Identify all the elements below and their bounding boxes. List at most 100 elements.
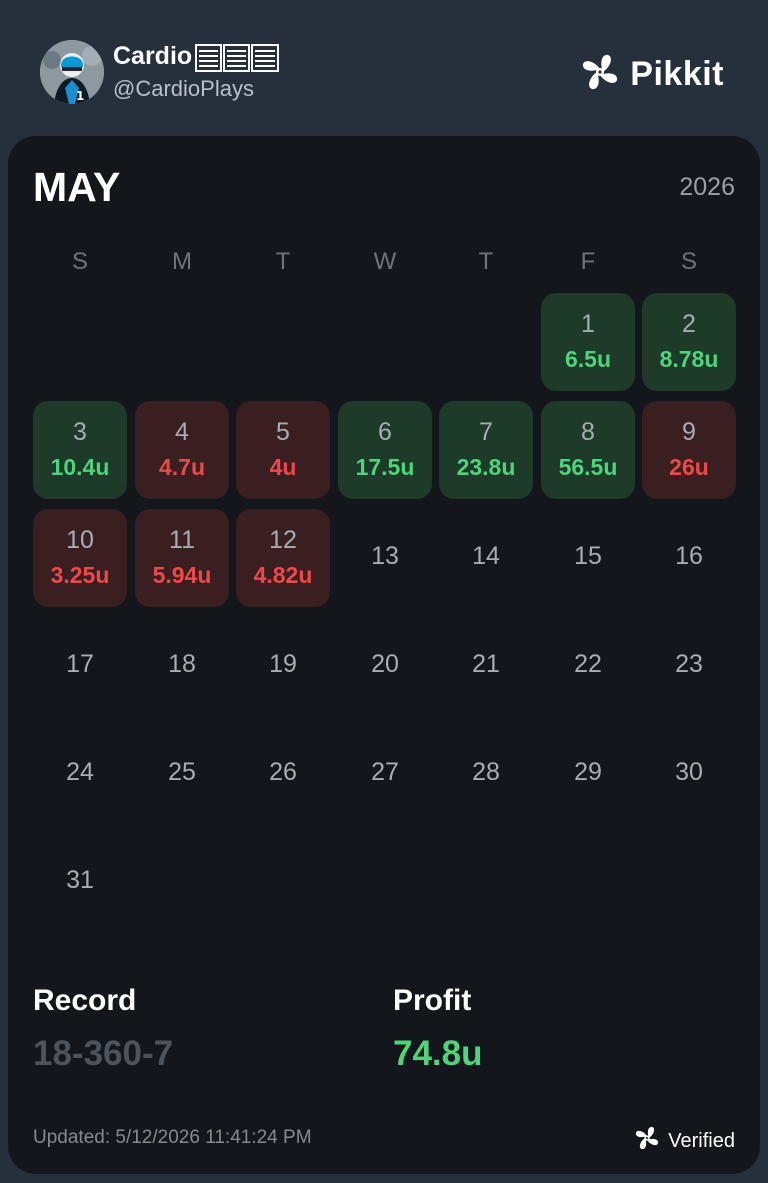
clover-verified-icon <box>634 1125 660 1157</box>
day-profit-amount: 4u <box>269 454 297 480</box>
calendar-day-26[interactable]: 26 <box>236 725 330 823</box>
calendar-day-13[interactable]: 13 <box>338 509 432 607</box>
day-number: 5 <box>276 418 290 446</box>
day-profit-amount: 10.4u <box>50 454 110 480</box>
weekday-header: W <box>373 248 397 275</box>
day-number: 29 <box>574 758 602 786</box>
day-number: 17 <box>66 650 94 678</box>
day-number: 22 <box>574 650 602 678</box>
calendar-day-21[interactable]: 21 <box>439 617 533 715</box>
record-value: 18-360-7 <box>33 1034 174 1073</box>
day-number: 2 <box>682 310 696 338</box>
weekday-header: T <box>275 248 291 275</box>
calendar-day-5[interactable]: 5 4u <box>236 401 330 499</box>
calendar-day-24[interactable]: 24 <box>33 725 127 823</box>
day-number: 31 <box>66 866 94 894</box>
updated-timestamp: Updated: 5/12/2026 11:41:24 PM <box>33 1127 312 1148</box>
day-number: 19 <box>269 650 297 678</box>
day-number: 20 <box>371 650 399 678</box>
weekday-header: S <box>71 248 88 275</box>
calendar-day-28[interactable]: 28 <box>439 725 533 823</box>
day-number: 26 <box>269 758 297 786</box>
day-profit-amount: 23.8u <box>456 454 516 480</box>
calendar-day-2[interactable]: 2 8.78u <box>642 293 736 391</box>
day-number: 8 <box>581 418 595 446</box>
day-number: 6 <box>378 418 392 446</box>
calendar-day-4[interactable]: 4 4.7u <box>135 401 229 499</box>
calendar-day-9[interactable]: 9 26u <box>642 401 736 499</box>
clover-logo-icon <box>580 52 620 97</box>
day-profit-amount: 6.5u <box>564 346 612 372</box>
calendar-day-19[interactable]: 19 <box>236 617 330 715</box>
user-name[interactable]: Cardio <box>113 42 280 72</box>
day-profit-amount: 4.82u <box>253 562 313 588</box>
calendar-day-27[interactable]: 27 <box>338 725 432 823</box>
brand-logo: Pikkit <box>580 52 724 97</box>
calendar-day-17[interactable]: 17 <box>33 617 127 715</box>
brand-name: Pikkit <box>630 55 724 93</box>
year-label: 2026 <box>679 173 735 201</box>
month-title: MAY <box>33 164 121 210</box>
day-number: 24 <box>66 758 94 786</box>
calendar-day-15[interactable]: 15 <box>541 509 635 607</box>
calendar-day-10[interactable]: 10 3.25u <box>33 509 127 607</box>
verified-label: Verified <box>668 1129 735 1152</box>
calendar-day-22[interactable]: 22 <box>541 617 635 715</box>
calendar-day-12[interactable]: 12 4.82u <box>236 509 330 607</box>
day-profit-amount: 26u <box>669 454 709 480</box>
calendar-day-7[interactable]: 7 23.8u <box>439 401 533 499</box>
day-number: 3 <box>73 418 87 446</box>
day-number: 9 <box>682 418 696 446</box>
day-number: 13 <box>371 542 399 570</box>
day-number: 12 <box>269 526 297 554</box>
weekday-header: F <box>580 248 596 275</box>
calendar-card: MAY 2026 S M T W T F S 1 6.5u 2 8.78u 3 10.4u… <box>8 136 760 1174</box>
calendar-day-1[interactable]: 1 6.5u <box>541 293 635 391</box>
weekday-header: M <box>172 248 192 275</box>
calendar-day-23[interactable]: 23 <box>642 617 736 715</box>
profit-value: 74.8u <box>393 1034 483 1073</box>
day-number: 14 <box>472 542 500 570</box>
avatar[interactable]: 1 <box>40 40 104 104</box>
day-number: 11 <box>169 526 195 554</box>
calendar-day-20[interactable]: 20 <box>338 617 432 715</box>
profit-label: Profit <box>393 984 472 1017</box>
calendar-day-31[interactable]: 31 <box>33 833 127 931</box>
calendar-day-18[interactable]: 18 <box>135 617 229 715</box>
day-number: 25 <box>168 758 196 786</box>
calendar-day-29[interactable]: 29 <box>541 725 635 823</box>
calendar-day-30[interactable]: 30 <box>642 725 736 823</box>
day-profit-amount: 3.25u <box>50 562 110 588</box>
record-label: Record <box>33 984 137 1017</box>
calendar-day-16[interactable]: 16 <box>642 509 736 607</box>
calendar-day-25[interactable]: 25 <box>135 725 229 823</box>
day-profit-amount: 56.5u <box>558 454 618 480</box>
user-name-text: Cardio <box>113 42 193 70</box>
profile-header: 1 Cardio @CardioPlays Pikkit <box>0 0 768 136</box>
day-number: 27 <box>371 758 399 786</box>
day-number: 10 <box>66 526 94 554</box>
day-number: 21 <box>472 650 500 678</box>
day-number: 15 <box>574 542 602 570</box>
user-handle[interactable]: @CardioPlays <box>113 76 254 102</box>
day-number: 30 <box>675 758 703 786</box>
calendar-day-8[interactable]: 8 56.5u <box>541 401 635 499</box>
day-profit-amount: 8.78u <box>659 346 719 372</box>
day-profit-amount: 17.5u <box>355 454 415 480</box>
calendar-day-14[interactable]: 14 <box>439 509 533 607</box>
calendar-day-11[interactable]: 11 5.94u <box>135 509 229 607</box>
svg-text:1: 1 <box>76 89 84 103</box>
verified-badge[interactable]: Verified <box>634 1125 735 1157</box>
weekday-header: S <box>680 248 697 275</box>
bars-icon <box>195 43 280 72</box>
day-number: 28 <box>472 758 500 786</box>
weekday-header: T <box>478 248 494 275</box>
day-number: 1 <box>581 310 595 338</box>
calendar-day-3[interactable]: 3 10.4u <box>33 401 127 499</box>
day-number: 4 <box>175 418 189 446</box>
day-profit-amount: 4.7u <box>158 454 206 480</box>
calendar-day-6[interactable]: 6 17.5u <box>338 401 432 499</box>
day-number: 7 <box>479 418 493 446</box>
day-number: 16 <box>675 542 703 570</box>
day-number: 18 <box>168 650 196 678</box>
